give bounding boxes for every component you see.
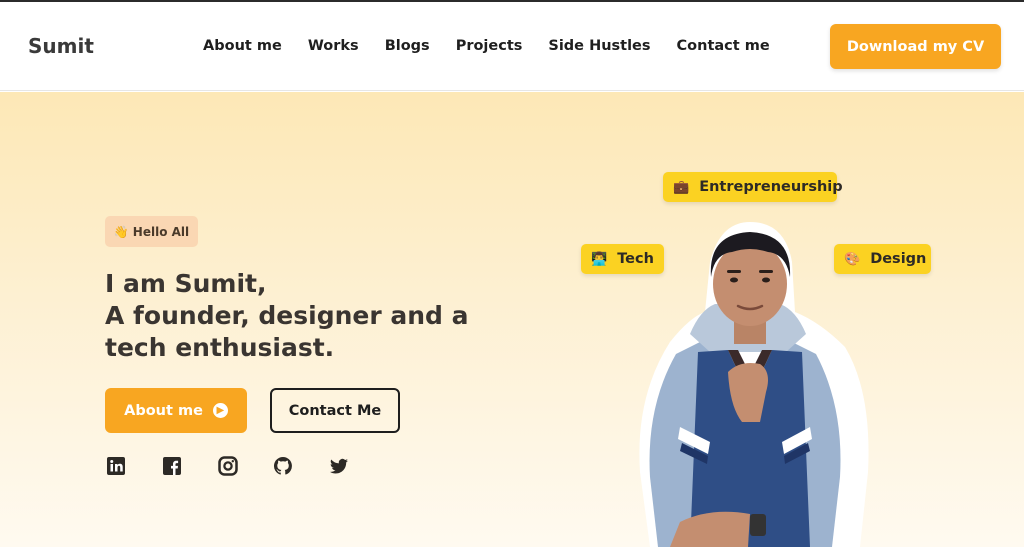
headline-line-3: tech enthusiast. [105, 333, 335, 362]
wave-icon: 👋 [113, 224, 129, 239]
tag-label: Entrepreneurship [699, 179, 843, 195]
headline-line-1: I am Sumit, [105, 269, 267, 298]
about-me-button[interactable]: About me ▶ [105, 388, 247, 433]
navbar: Sumit About me Works Blogs Projects Side… [0, 2, 1024, 91]
headline-line-2: A founder, designer and a [105, 301, 469, 330]
nav-link-projects[interactable]: Projects [456, 38, 523, 54]
facebook-icon[interactable] [162, 456, 182, 476]
github-icon[interactable] [273, 456, 293, 476]
about-me-button-label: About me [124, 402, 203, 419]
hero-section: 👋 Hello All I am Sumit, A founder, desig… [0, 92, 1024, 547]
hello-badge: 👋 Hello All [105, 216, 198, 247]
brand-logo[interactable]: Sumit [28, 34, 94, 58]
instagram-icon[interactable] [218, 456, 238, 476]
profile-photo [639, 222, 869, 547]
nav-link-works[interactable]: Works [308, 38, 359, 54]
briefcase-icon: 💼 [673, 179, 690, 195]
nav-link-side-hustles[interactable]: Side Hustles [548, 38, 650, 54]
contact-me-button[interactable]: Contact Me [270, 388, 400, 433]
nav-link-blogs[interactable]: Blogs [385, 38, 430, 54]
arrow-right-icon: ▶ [212, 403, 228, 418]
twitter-icon[interactable] [329, 456, 349, 476]
tag-entrepreneurship: 💼 Entrepreneurship [663, 172, 843, 202]
nav-menu: About me Works Blogs Projects Side Hustl… [203, 38, 770, 54]
download-cv-button[interactable]: Download my CV [830, 24, 1001, 69]
nav-link-contact[interactable]: Contact me [677, 38, 770, 54]
nav-link-about[interactable]: About me [203, 38, 282, 54]
technologist-icon: 👨‍💻 [591, 251, 608, 267]
hero-headline: I am Sumit, A founder, designer and a te… [105, 268, 469, 364]
linkedin-icon[interactable] [106, 456, 126, 476]
hello-badge-label: Hello All [132, 224, 190, 239]
